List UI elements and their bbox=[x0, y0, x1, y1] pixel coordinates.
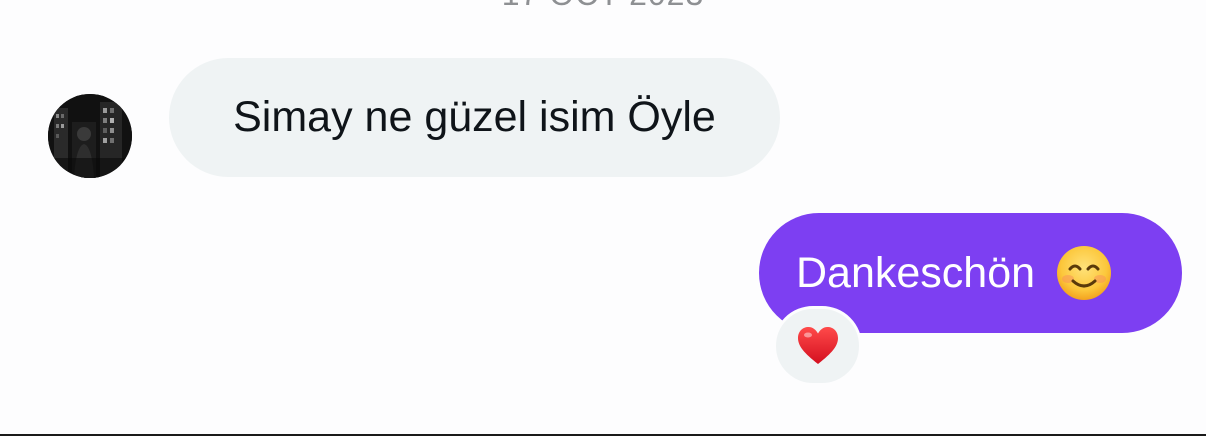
profile-photo-icon bbox=[48, 94, 132, 178]
reaction-badge[interactable] bbox=[773, 306, 862, 386]
message-text: Simay ne güzel isim Öyle bbox=[233, 93, 716, 141]
incoming-message-bubble[interactable]: Simay ne güzel isim Öyle bbox=[169, 58, 780, 177]
message-text: Dankeschön bbox=[796, 248, 1036, 297]
smiling-face-icon bbox=[1055, 244, 1113, 302]
red-heart-icon bbox=[797, 327, 838, 364]
avatar[interactable] bbox=[48, 94, 132, 178]
date-separator: 17 OCT 2023 bbox=[0, 0, 1206, 13]
